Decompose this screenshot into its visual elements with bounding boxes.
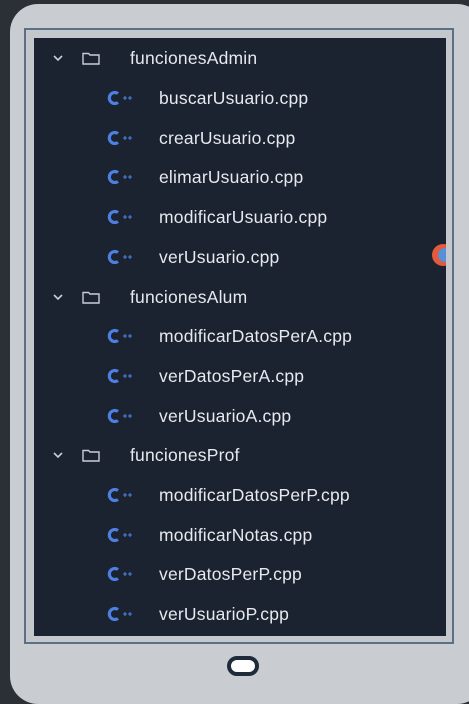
folder-label: funcionesAdmin [130, 47, 258, 68]
cpp-file-icon [107, 566, 132, 582]
file-label: verUsuarioA.cpp [159, 405, 292, 426]
cpp-file-icon [107, 527, 132, 543]
folder-icon [82, 52, 100, 65]
floating-action-icon[interactable] [432, 244, 446, 266]
cpp-file-icon [107, 368, 132, 384]
folder-icon [82, 291, 100, 304]
home-button[interactable] [227, 656, 259, 676]
file-label: verDatosPerA.cpp [159, 365, 305, 386]
chevron-down-icon[interactable] [52, 449, 64, 461]
folder-label: funcionesAlum [130, 286, 248, 307]
folder-label: funcionesProf [130, 444, 240, 465]
cpp-file-icon [107, 408, 132, 424]
file-label: verDatosPerP.cpp [159, 563, 302, 584]
file-explorer-panel: funcionesAdmin buscarUsuario.cpp crearUs… [34, 38, 446, 636]
cpp-file-icon [107, 169, 132, 185]
chevron-down-icon[interactable] [52, 291, 64, 303]
folder-icon [82, 449, 100, 462]
file-label: verUsuario.cpp [159, 246, 280, 267]
cpp-file-icon [107, 328, 132, 344]
cpp-file-icon [107, 487, 132, 503]
file-label: crearUsuario.cpp [159, 127, 296, 148]
file-label: verUsuarioP.cpp [159, 603, 290, 624]
cpp-file-icon [107, 130, 132, 146]
cpp-file-icon [107, 606, 132, 622]
file-label: modificarUsuario.cpp [159, 206, 328, 227]
file-label: modificarDatosPerA.cpp [159, 325, 353, 346]
cpp-file-icon [107, 209, 132, 225]
file-label: modificarNotas.cpp [159, 524, 313, 545]
file-label: modificarDatosPerP.cpp [159, 484, 350, 505]
cpp-file-icon [107, 90, 132, 106]
file-label: elimarUsuario.cpp [159, 166, 304, 187]
cpp-file-icon [107, 249, 132, 265]
chevron-down-icon[interactable] [52, 52, 64, 64]
file-label: buscarUsuario.cpp [159, 87, 309, 108]
